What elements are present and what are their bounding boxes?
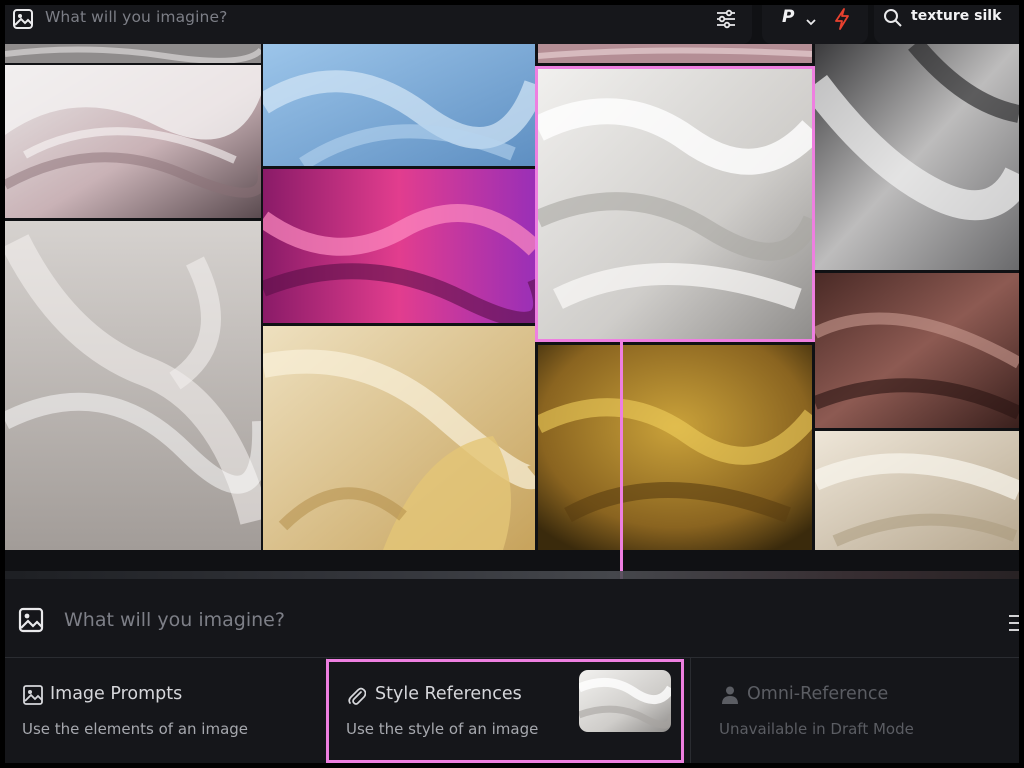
option-subtitle: Use the elements of an image xyxy=(22,720,249,738)
option-title: Style References xyxy=(375,684,522,704)
top-prompt-bar[interactable]: What will you imagine? xyxy=(5,5,752,44)
gallery-image-light-blue-silk[interactable] xyxy=(263,44,535,166)
top-prompt-placeholder[interactable]: What will you imagine? xyxy=(45,8,227,26)
top-bar: What will you imagine? P texture silk xyxy=(5,5,1019,44)
gallery-image-sheer-white-silk[interactable] xyxy=(5,221,261,550)
gallery-image-grey-ribbed-silk[interactable] xyxy=(815,44,1019,270)
prompt-bar[interactable]: What will you imagine? xyxy=(5,579,1019,654)
lightning-bolt-icon[interactable] xyxy=(832,8,852,34)
gallery-image-partial-pink[interactable] xyxy=(538,44,812,63)
image-icon[interactable] xyxy=(17,606,45,638)
imagine-panel: What will you imagine? Image Prompts Use… xyxy=(5,579,1019,763)
style-references-option[interactable]: Style References Use the style of an ima… xyxy=(327,658,685,763)
option-subtitle: Use the style of an image xyxy=(346,720,539,738)
settings-sliders-icon[interactable] xyxy=(1009,612,1019,638)
image-prompts-option[interactable]: Image Prompts Use the elements of an ima… xyxy=(5,658,326,763)
person-icon xyxy=(721,685,739,709)
gallery-image-white-pink-silk[interactable] xyxy=(5,65,261,218)
search-box[interactable]: texture silk xyxy=(874,5,1019,44)
omni-reference-option[interactable]: Omni-Reference Unavailable in Draft Mode xyxy=(691,658,1019,763)
paperclip-icon xyxy=(346,685,367,711)
prompt-placeholder[interactable]: What will you imagine? xyxy=(64,609,285,631)
gallery-image-magenta-satin[interactable] xyxy=(263,169,535,323)
gallery-image-partial-top[interactable] xyxy=(5,44,261,63)
search-query-text[interactable]: texture silk xyxy=(911,8,1001,24)
gallery-image-brown-silk[interactable] xyxy=(815,273,1019,428)
option-title: Image Prompts xyxy=(50,684,183,704)
gallery-image-golden-woven-silk[interactable] xyxy=(538,345,812,550)
gallery-image-cream-silk[interactable] xyxy=(815,431,1019,550)
mode-selector[interactable]: P xyxy=(762,5,868,44)
search-icon[interactable] xyxy=(883,8,903,32)
chevron-down-icon[interactable] xyxy=(805,13,817,32)
image-icon[interactable] xyxy=(12,8,34,34)
personalization-letter[interactable]: P xyxy=(782,7,794,27)
gallery-image-cream-yellow-silk[interactable] xyxy=(263,326,535,550)
settings-sliders-icon[interactable] xyxy=(715,8,737,34)
gallery-image-white-satin-selected[interactable] xyxy=(538,69,812,339)
style-reference-thumbnail[interactable] xyxy=(579,670,671,732)
reference-options: Image Prompts Use the elements of an ima… xyxy=(5,657,1019,763)
option-subtitle: Unavailable in Draft Mode xyxy=(719,720,914,738)
option-title: Omni-Reference xyxy=(747,684,889,704)
image-icon xyxy=(22,684,44,710)
app-window: What will you imagine? P texture silk Wh… xyxy=(5,5,1019,763)
